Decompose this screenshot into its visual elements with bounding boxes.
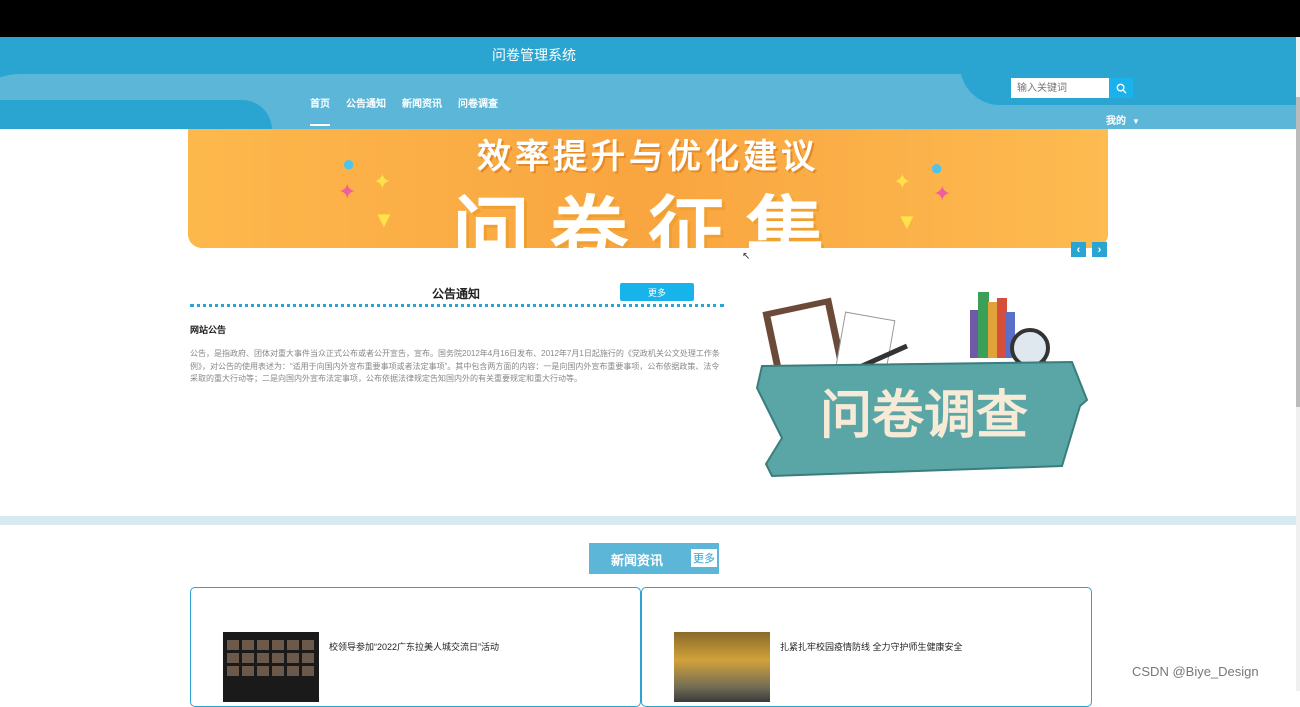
banner-carousel[interactable]: ● ✦ ✦ ▼ ● ✦ ✦ ▼ 效率提升与优化建议 问卷征集 <box>188 129 1108 248</box>
scrollbar-thumb[interactable] <box>1296 97 1300 407</box>
notice-body: 公告，是指政府、团体对重大事件当众正式公布或者公开宣告，宣布。国务院2012年4… <box>190 349 720 383</box>
news-thumbnail[interactable] <box>223 632 319 702</box>
scrollbar[interactable] <box>1296 37 1300 691</box>
chevron-left-icon[interactable]: ‹ <box>1071 242 1086 257</box>
notice-subtitle[interactable]: 网站公告 <box>190 323 724 336</box>
search-input[interactable] <box>1011 78 1109 98</box>
news-more-button[interactable]: 更多 <box>690 548 718 568</box>
search-button[interactable] <box>1109 78 1133 98</box>
news-thumbnail[interactable] <box>674 632 770 702</box>
search-icon <box>1116 83 1127 94</box>
news-card[interactable]: 校领导参加“2022广东拉美人城交流日”活动 <box>190 587 641 707</box>
caret-down-icon: ▼ <box>1132 117 1140 126</box>
banner-title: 问卷征集 <box>451 189 844 248</box>
search-box <box>1011 78 1133 98</box>
notice-section: 公告通知 更多 网站公告 公告，是指政府、团体对重大事件当众正式公布或者公开宣告… <box>190 283 724 386</box>
top-black-bar <box>0 0 1300 37</box>
news-card-title[interactable]: 扎紧扎牢校园疫情防线 全力守护师生健康安全 <box>780 640 963 653</box>
site-header: 问卷管理系统 首页 公告通知 新闻资讯 问卷调查 我的 ▼ <box>0 37 1298 129</box>
site-title: 问卷管理系统 <box>492 47 576 63</box>
notice-more-button[interactable]: 更多 <box>620 283 694 301</box>
news-card-title[interactable]: 校领导参加“2022广东拉美人城交流日”活动 <box>329 640 499 653</box>
my-account-label: 我的 <box>1106 116 1126 127</box>
header-wave-left <box>0 100 272 129</box>
chevron-right-icon[interactable]: › <box>1092 242 1107 257</box>
notice-title: 公告通知 <box>432 287 481 301</box>
section-divider <box>0 516 1298 525</box>
news-card[interactable]: 扎紧扎牢校园疫情防线 全力守护师生健康安全 <box>641 587 1092 707</box>
news-section-header: 新闻资讯 更多 <box>589 543 719 574</box>
main-nav: 首页 公告通知 新闻资讯 问卷调查 <box>310 95 498 126</box>
carousel-arrows: ‹ › <box>1071 242 1107 257</box>
nav-survey[interactable]: 问卷调查 <box>458 95 498 126</box>
survey-illustration: 问卷调查 <box>755 292 1089 478</box>
nav-news[interactable]: 新闻资讯 <box>402 95 442 126</box>
survey-illustration-text: 问卷调查 <box>820 386 1028 446</box>
books-icon <box>970 292 1015 358</box>
notice-header: 公告通知 更多 <box>190 283 724 307</box>
watermark: CSDN @Biye_Design <box>1132 664 1259 679</box>
nav-notice[interactable]: 公告通知 <box>346 95 386 126</box>
nav-home[interactable]: 首页 <box>310 95 330 126</box>
mouse-cursor-icon: ↖ <box>742 251 751 262</box>
news-title: 新闻资讯 <box>611 553 664 568</box>
my-account-menu[interactable]: 我的 ▼ <box>1106 112 1140 127</box>
